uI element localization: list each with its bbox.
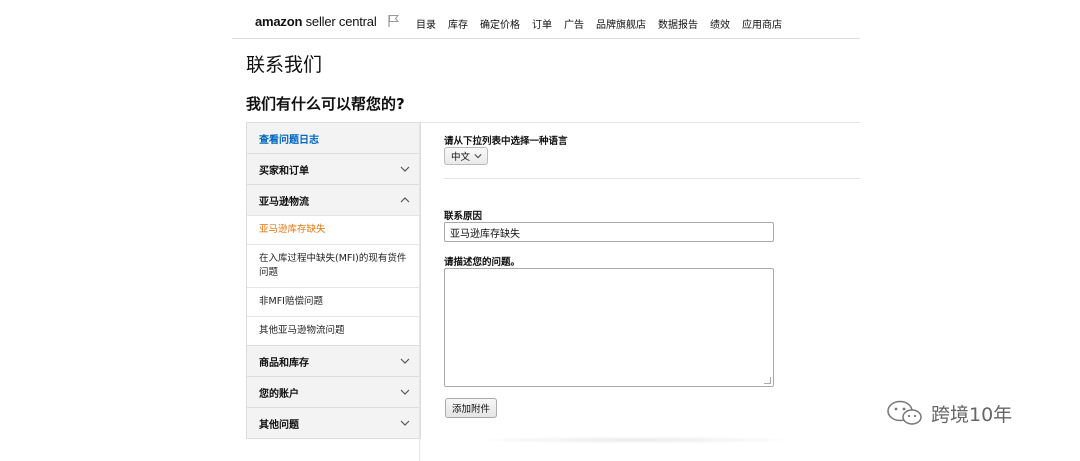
chevron-down-icon: [400, 420, 410, 426]
nav-inventory[interactable]: 库存: [448, 16, 468, 31]
nav-advertising[interactable]: 广告: [564, 16, 584, 31]
sidebar-item-your-account[interactable]: 您的账户: [247, 376, 420, 407]
describe-issue-label: 请描述您的问题。: [444, 257, 521, 268]
nav-pricing[interactable]: 确定价格: [480, 16, 520, 31]
seller-central-logo[interactable]: amazon seller central: [255, 14, 377, 30]
sidebar-item-products-inventory[interactable]: 商品和库存: [247, 345, 420, 376]
nav-catalog[interactable]: 目录: [416, 16, 436, 31]
chevron-down-icon: [474, 154, 482, 159]
sidebar-subitem-missing-inventory[interactable]: 亚马逊库存缺失: [247, 215, 420, 244]
sidebar-item-fba[interactable]: 亚马逊物流: [247, 184, 420, 215]
language-label: 请从下拉列表中选择一种语言: [444, 136, 568, 147]
main-nav: 目录 库存 确定价格 订单 广告 品牌旗舰店 数据报告 绩效 应用商店: [416, 16, 782, 31]
contact-reason-field[interactable]: 亚马逊库存缺失: [444, 222, 774, 242]
nav-appstore[interactable]: 应用商店: [742, 16, 782, 31]
contact-reason-label: 联系原因: [444, 211, 483, 222]
column-divider: [419, 122, 420, 461]
help-sidebar: 查看问题日志 买家和订单 亚马逊物流 亚马逊库存缺失 在入库过程中缺失(MFI)…: [246, 122, 421, 439]
divider: [444, 178, 860, 179]
chevron-up-icon: [400, 197, 410, 203]
page-subtitle: 我们有什么可以帮您的?: [246, 95, 405, 113]
watermark: 跨境10年: [885, 398, 1012, 428]
describe-issue-textarea[interactable]: [444, 268, 774, 387]
chevron-down-icon: [400, 166, 410, 172]
add-attachment-button[interactable]: 添加附件: [445, 398, 497, 418]
top-nav-bar: amazon seller central 目录 库存 确定价格 订单 广告 品…: [232, 0, 860, 39]
sidebar-subitem-non-mfi[interactable]: 非MFI赔偿问题: [247, 287, 420, 316]
resize-handle-icon[interactable]: [764, 377, 771, 384]
nav-reports[interactable]: 数据报告: [658, 16, 698, 31]
sidebar-item-case-log[interactable]: 查看问题日志: [247, 122, 420, 153]
language-select[interactable]: 中文: [444, 147, 488, 165]
chevron-down-icon: [400, 389, 410, 395]
nav-performance[interactable]: 绩效: [710, 16, 730, 31]
card-shadow: [470, 436, 800, 444]
nav-stores[interactable]: 品牌旗舰店: [596, 16, 646, 31]
nav-orders[interactable]: 订单: [532, 16, 552, 31]
sidebar-item-other-issues[interactable]: 其他问题: [247, 407, 420, 438]
page-title: 联系我们: [246, 54, 323, 76]
wechat-icon: [887, 400, 922, 425]
chevron-down-icon: [400, 358, 410, 364]
sidebar-subitem-other-fba[interactable]: 其他亚马逊物流问题: [247, 316, 420, 345]
sidebar-item-buyers-orders[interactable]: 买家和订单: [247, 153, 420, 184]
flag-icon[interactable]: [387, 14, 401, 28]
sidebar-subitem-mfi-shipment[interactable]: 在入库过程中缺失(MFI)的现有货件问题: [247, 244, 420, 287]
